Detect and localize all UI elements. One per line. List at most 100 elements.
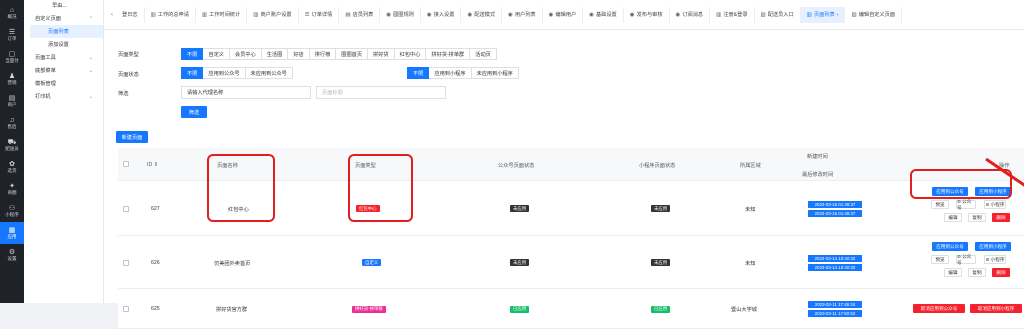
filter-chip-type_chips-5[interactable]: 排行榜: [309, 48, 337, 60]
op-mid-button-1[interactable]: ⊘ 公众号: [956, 254, 976, 265]
rail-item-0[interactable]: ⌂ 概况: [0, 2, 24, 24]
tab-label: 注册&登录: [723, 12, 748, 18]
tab-10[interactable]: ◉ 编辑用户: [543, 6, 584, 23]
agent-name-input[interactable]: 请输入代理名称: [181, 86, 311, 99]
tab-9[interactable]: ◉ 用户列表: [502, 6, 543, 23]
op-mid-button-2[interactable]: ⊘ 小程序: [984, 200, 1006, 209]
sub-item-5[interactable]: 模板管理: [24, 77, 103, 90]
op-bot-button-0[interactable]: 编辑: [944, 213, 962, 222]
sub-group-6[interactable]: 打印机 ⌄: [24, 90, 103, 103]
chevron-icon: ⌄: [88, 93, 93, 100]
filter-chip-type_chips-3[interactable]: 生活圈: [261, 48, 289, 60]
row-checkbox[interactable]: [123, 205, 129, 212]
tab-11[interactable]: ◉ 基础设置: [583, 6, 624, 23]
tab-3[interactable]: ▥ 商户账户设置: [247, 6, 299, 23]
op-bot-button-1[interactable]: 复制: [968, 268, 986, 277]
rail-item-6[interactable]: ⛟ 配送员: [0, 134, 24, 156]
highlight-type-column: [348, 154, 413, 222]
sub-group-0[interactable]: 自定义页面 ⌃: [24, 12, 103, 25]
rail-item-2[interactable]: ▢ 当面付: [0, 46, 24, 68]
rail-label: 小程序: [5, 212, 19, 217]
op-mid-button-1[interactable]: ⊘ 公众号: [956, 199, 976, 210]
sub-item-1[interactable]: 页面列表: [30, 25, 103, 38]
tab-5[interactable]: ▤ 店员列表: [339, 6, 381, 23]
annotation-arrow-icon: [985, 157, 1024, 187]
filter-chip-type_chips-0[interactable]: 不限: [181, 48, 204, 60]
chevron-icon: ⌃: [88, 15, 93, 22]
row-created-time: 2023-03-11 17:46:24: [808, 301, 862, 308]
apply-button-0[interactable]: 取消应用到公众号: [913, 304, 965, 313]
tab-16[interactable]: ▥ 页面列表 ›: [800, 6, 846, 23]
col-mp-status: 公众号页面状态: [498, 163, 535, 169]
rail-item-4[interactable]: ▤ 商户: [0, 90, 24, 112]
op-mid-button-0[interactable]: 预览: [931, 200, 949, 209]
filter-chip-status_chips_mp-0[interactable]: 不限: [181, 67, 204, 79]
filter-chip-type_chips-7[interactable]: 拼好货: [368, 48, 395, 60]
tab-8[interactable]: ◉ 配送模式: [461, 6, 503, 23]
rail-item-10[interactable]: ▦ 应用: [0, 222, 24, 244]
op-bot-button-2[interactable]: 删除: [992, 213, 1010, 222]
rail-item-9[interactable]: ⚇ 小程序: [0, 200, 24, 222]
op-mid-button-2[interactable]: ⊘ 小程序: [984, 255, 1006, 264]
tab-17[interactable]: ▥ 编辑自定义页面: [845, 6, 903, 23]
op-mid-button-0[interactable]: 预览: [931, 255, 949, 264]
sub-group-3[interactable]: 页面工具 ⌄: [24, 51, 103, 64]
apply-button-0[interactable]: 应用到公众号: [932, 242, 968, 251]
tab-label: 登日志: [122, 12, 138, 18]
tab-label: 编辑自定义页面: [858, 12, 896, 18]
sub-item-2[interactable]: 添加设置: [30, 38, 103, 51]
filter-chip-status_chips_mp-2[interactable]: 未应用到公众号: [245, 67, 293, 79]
row-checkbox[interactable]: [123, 259, 129, 266]
op-bot-button-2[interactable]: 删除: [992, 268, 1010, 277]
rail-icon: ⚇: [8, 205, 16, 212]
rail-label: 应用: [7, 234, 17, 239]
tab-2[interactable]: ▥ 工作时间统计: [196, 6, 248, 23]
op-bot-button-0[interactable]: 编辑: [944, 268, 962, 277]
rail-item-1[interactable]: ☰ 订单: [0, 24, 24, 46]
tab-12[interactable]: ◉ 发布与审核: [624, 6, 670, 23]
filter-chip-type_chips-10[interactable]: 活动页: [470, 48, 497, 60]
select-all-checkbox[interactable]: [123, 161, 129, 167]
tab-0[interactable]: 登日志: [116, 6, 145, 23]
tab-label: 配送模式: [474, 12, 496, 18]
op-bot-button-1[interactable]: 复制: [968, 213, 986, 222]
filter-chip-type_chips-9[interactable]: 拼好货-拼单群: [426, 48, 471, 60]
row-updated-time: 2023-03-14 10:40:32: [808, 263, 862, 271]
tab-1[interactable]: ▥ 工作的总申请: [145, 6, 196, 23]
rail-item-5[interactable]: ♫ 售后: [0, 112, 24, 134]
apply-button-1[interactable]: 取消应用到小程序: [970, 304, 1022, 313]
tab-label: 工作时间统计: [209, 12, 241, 18]
tab-14[interactable]: ▥ 注册&登录: [710, 6, 755, 23]
rail-label: 商圈: [7, 190, 17, 195]
filter-chip-type_chips-8[interactable]: 红包中心: [394, 48, 427, 60]
tab-scroll-left-icon[interactable]: ‹: [108, 12, 116, 18]
tab-4[interactable]: ☰ 订单详情: [299, 6, 340, 23]
tab-13[interactable]: ◉ 订阅消息: [670, 6, 711, 23]
new-page-button[interactable]: 新建页面: [116, 131, 148, 143]
filter-status-label: 页面状态: [118, 72, 139, 78]
filter-chip-status_chips_app-0[interactable]: 不限: [407, 67, 430, 79]
filter-chip-status_chips_app-1[interactable]: 应用到小程序: [429, 67, 472, 79]
tab-6[interactable]: ◉ 圆圈规则: [380, 6, 421, 23]
tab-close-icon[interactable]: ›: [837, 12, 839, 18]
rail-item-3[interactable]: ♟ 营销: [0, 68, 24, 90]
sub-item-label: 模板管理: [35, 81, 56, 87]
rail-item-8[interactable]: ✦ 商圈: [0, 178, 24, 200]
filter-chip-status_chips_app-2[interactable]: 未应用到小程序: [471, 67, 519, 79]
row-checkbox[interactable]: [123, 306, 129, 312]
filter-chip-type_chips-1[interactable]: 自定义: [203, 48, 230, 60]
filter-button[interactable]: 筛选: [181, 106, 207, 118]
rail-item-7[interactable]: ✿ 选货: [0, 156, 24, 178]
filter-chip-status_chips_mp-1[interactable]: 应用到公众号: [203, 67, 246, 79]
rail-item-11[interactable]: ⚙ 设置: [0, 244, 24, 266]
filter-chip-type_chips-4[interactable]: 好店: [288, 48, 310, 60]
tab-icon: ◉: [508, 11, 513, 18]
page-title-input[interactable]: 页面标题: [316, 86, 446, 99]
tab-7[interactable]: ◉ 接入设置: [421, 6, 462, 23]
tab-15[interactable]: ▥ 配送员入口: [755, 6, 801, 23]
sub-group-4[interactable]: 底部菜单 ⌄: [24, 64, 103, 77]
apply-button-1[interactable]: 应用到小程序: [975, 242, 1011, 251]
rail-icon: ♟: [8, 73, 16, 80]
filter-chip-type_chips-2[interactable]: 会员中心: [229, 48, 262, 60]
filter-chip-type_chips-6[interactable]: 圈圈首页: [336, 48, 369, 60]
